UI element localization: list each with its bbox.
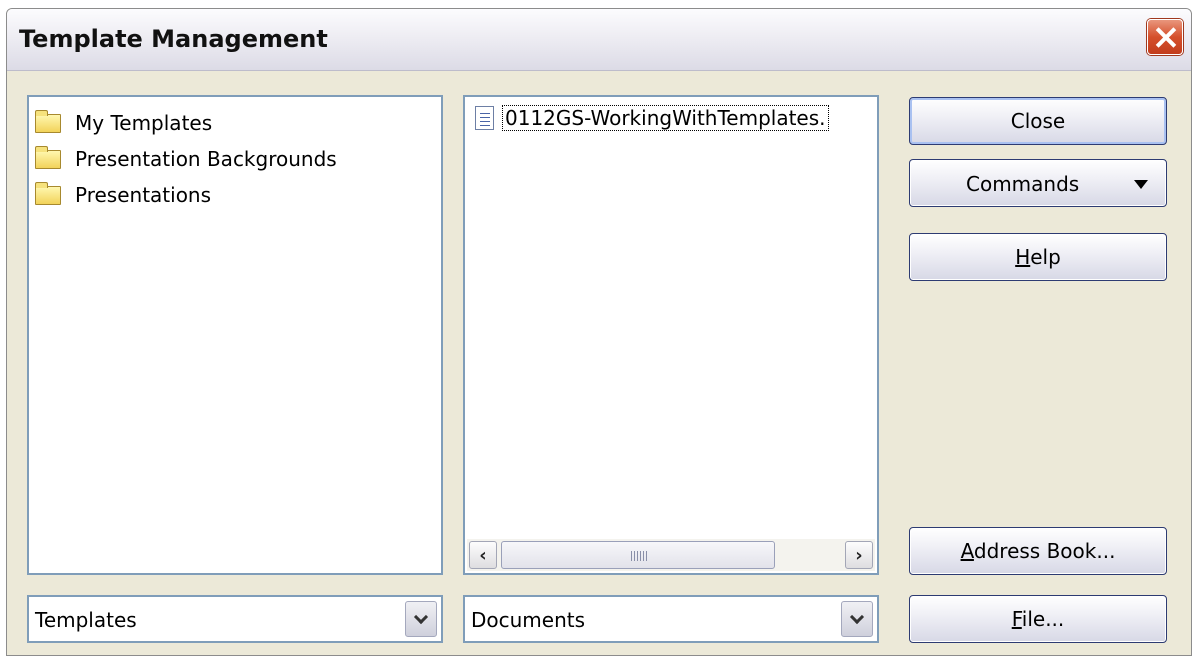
- tree-item-label: Presentation Backgrounds: [75, 147, 337, 171]
- title-bar[interactable]: Template Management: [7, 9, 1191, 71]
- help-button[interactable]: Help: [909, 233, 1167, 281]
- category-type-select[interactable]: Templates: [27, 595, 443, 643]
- close-icon[interactable]: [1147, 19, 1183, 55]
- folder-icon: [35, 181, 61, 205]
- documents-list[interactable]: 0112GS-WorkingWithTemplates. ‹ ›: [463, 95, 879, 575]
- address-book-button-label: Address Book...: [960, 539, 1116, 563]
- file-button[interactable]: File...: [909, 595, 1167, 643]
- categories-tree[interactable]: My Templates Presentation Backgrounds Pr…: [27, 95, 443, 575]
- tree-item-presentation-backgrounds[interactable]: Presentation Backgrounds: [35, 141, 435, 177]
- commands-button-label: Commands: [966, 172, 1080, 196]
- dialog-title: Template Management: [19, 25, 328, 53]
- commands-button[interactable]: Commands: [909, 159, 1167, 207]
- file-button-label: File...: [1011, 607, 1065, 631]
- dropdown-arrow-icon: [1134, 180, 1148, 189]
- document-type-select[interactable]: Documents: [463, 595, 879, 643]
- help-button-label: Help: [1015, 245, 1061, 269]
- grip-icon: [631, 551, 647, 561]
- chevron-down-icon[interactable]: [405, 601, 437, 637]
- template-management-dialog: Template Management My Templates Present…: [6, 8, 1192, 656]
- address-book-button[interactable]: Address Book...: [909, 527, 1167, 575]
- arrow-right-icon[interactable]: ›: [845, 541, 873, 569]
- document-label: 0112GS-WorkingWithTemplates.: [502, 105, 829, 131]
- arrow-left-icon[interactable]: ‹: [469, 541, 497, 569]
- category-type-value: Templates: [35, 608, 137, 632]
- chevron-down-icon[interactable]: [841, 601, 873, 637]
- close-button[interactable]: Close: [909, 97, 1167, 145]
- horizontal-scrollbar[interactable]: ‹ ›: [467, 539, 875, 571]
- tree-item-label: Presentations: [75, 183, 212, 207]
- document-icon: [475, 106, 494, 130]
- folder-icon: [35, 145, 61, 169]
- tree-item-presentations[interactable]: Presentations: [35, 177, 435, 213]
- tree-item-my-templates[interactable]: My Templates: [35, 105, 435, 141]
- list-item[interactable]: 0112GS-WorkingWithTemplates.: [475, 105, 829, 131]
- close-button-label: Close: [1010, 109, 1066, 133]
- tree-item-label: My Templates: [75, 111, 213, 135]
- scrollbar-thumb[interactable]: [501, 541, 775, 569]
- document-type-value: Documents: [471, 608, 586, 632]
- folder-icon: [35, 109, 61, 133]
